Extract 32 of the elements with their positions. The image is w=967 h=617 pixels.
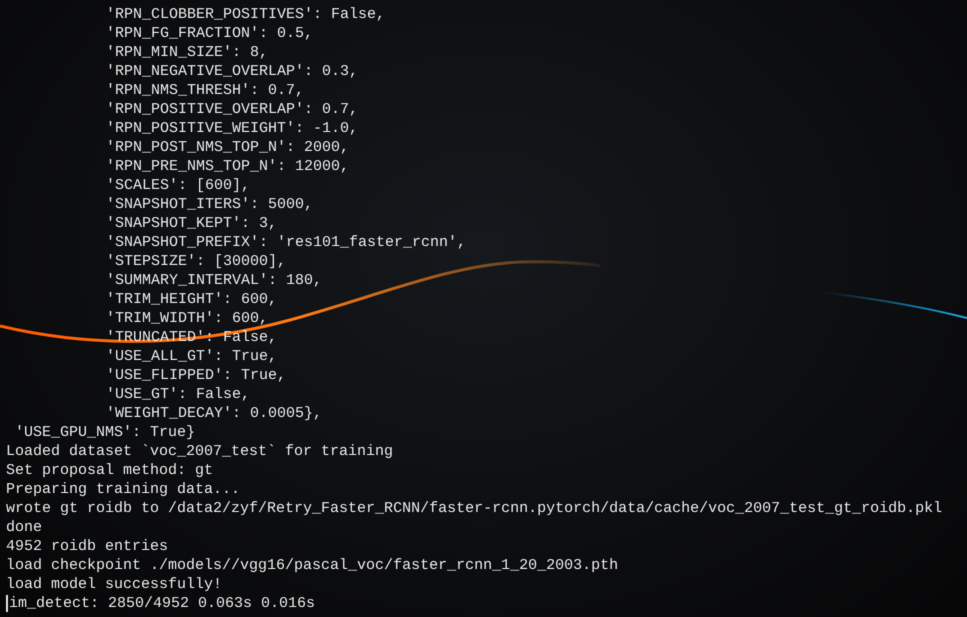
terminal-line: Preparing training data... (6, 480, 240, 499)
terminal-line: 'USE_GPU_NMS': True} (15, 423, 196, 442)
terminal-line: 'SNAPSHOT_ITERS': 5000, (106, 195, 314, 214)
terminal-line: 'RPN_MIN_SIZE': 8, (106, 43, 268, 62)
terminal-line: 'RPN_NEGATIVE_OVERLAP': 0.3, (106, 62, 358, 81)
terminal-line: 'RPN_CLOBBER_POSITIVES': False, (106, 5, 386, 24)
terminal-line: 'RPN_POST_NMS_TOP_N': 2000, (106, 138, 350, 157)
terminal-line: load checkpoint ./models//vgg16/pascal_voc/faster_rcnn_1_20_2003.pth (6, 556, 618, 575)
terminal-line: 'WEIGHT_DECAY': 0.0005}, (106, 404, 322, 423)
terminal-line: 'SCALES': [600], (106, 176, 250, 195)
terminal-line: 'TRIM_HEIGHT': 600, (106, 290, 278, 309)
text-cursor (6, 595, 8, 612)
terminal-line: 'USE_ALL_GT': True, (106, 347, 278, 366)
terminal-line: 'SUMMARY_INTERVAL': 180, (106, 271, 322, 290)
terminal-line: Loaded dataset `voc_2007_test` for training (6, 442, 394, 461)
terminal-line: 'RPN_FG_FRACTION': 0.5, (106, 24, 314, 43)
terminal-line: 'TRIM_WIDTH': 600, (106, 309, 268, 328)
terminal-line: load model successfully! (6, 575, 222, 594)
terminal-line: 'USE_GT': False, (106, 385, 250, 404)
terminal-line: 'RPN_POSITIVE_OVERLAP': 0.7, (106, 100, 358, 119)
terminal-line: 'USE_FLIPPED': True, (106, 366, 286, 385)
terminal-line: 4952 roidb entries (6, 537, 168, 556)
terminal-line: 'SNAPSHOT_KEPT': 3, (106, 214, 278, 233)
terminal-line: 'STEPSIZE': [30000], (106, 252, 286, 271)
terminal-line: wrote gt roidb to /data2/zyf/Retry_Faster_RCNN/faster-rcnn.pytorch/data/cache/voc_2007_test_gt_roidb.pkl (6, 499, 942, 518)
terminal-line: 'RPN_PRE_NMS_TOP_N': 12000, (106, 157, 350, 176)
terminal-line: Set proposal method: gt (6, 461, 214, 480)
terminal-line: 'RPN_POSITIVE_WEIGHT': -1.0, (106, 119, 358, 138)
terminal-line: 'SNAPSHOT_PREFIX': 'res101_faster_rcnn', (106, 233, 466, 252)
terminal-line: done (6, 518, 42, 537)
terminal-line: im_detect: 2850/4952 0.063s 0.016s (9, 594, 316, 613)
terminal-line: 'RPN_NMS_THRESH': 0.7, (106, 81, 304, 100)
